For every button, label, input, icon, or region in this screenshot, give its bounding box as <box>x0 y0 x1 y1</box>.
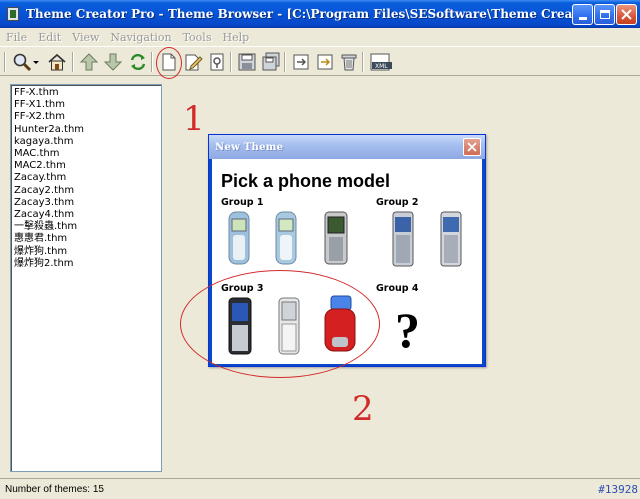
theme-file-item[interactable]: 爆炸狗2.thm <box>14 258 158 270</box>
group-1-label: Group 1 <box>221 197 264 208</box>
delete-button[interactable] <box>338 51 360 73</box>
theme-list[interactable]: FF-X.thm FF-X1.thm FF-X2.thm Hunter2a.thm ka… <box>10 84 162 472</box>
annotation-number-2: 2 <box>352 389 374 429</box>
menu-bar: File Edit View Navigation Tools Help <box>0 28 640 46</box>
close-icon <box>467 142 477 152</box>
app-window: Theme Creator Pro - Theme Browser - [C:\… <box>0 0 640 499</box>
theme-file-item[interactable]: MAC2.thm <box>14 160 158 172</box>
import-button[interactable] <box>290 51 312 73</box>
toolbar-separator <box>362 52 364 72</box>
theme-file-item[interactable]: Zacay2.thm <box>14 185 158 197</box>
search-button[interactable] <box>11 51 33 73</box>
toolbar-separator <box>284 52 286 72</box>
minimize-button[interactable] <box>572 4 593 25</box>
minimize-icon <box>578 17 587 20</box>
close-button[interactable] <box>616 4 637 25</box>
annotation-circle-new-button <box>156 47 182 79</box>
search-dropdown-button[interactable] <box>31 51 41 73</box>
close-icon <box>621 9 632 20</box>
toolbar-separator <box>230 52 232 72</box>
app-icon <box>5 6 21 22</box>
xml-icon: XML <box>370 53 392 71</box>
refresh-button[interactable] <box>127 51 149 73</box>
menu-navigation[interactable]: Navigation <box>110 31 171 44</box>
menu-tools[interactable]: Tools <box>183 31 212 44</box>
svg-text:XML: XML <box>375 63 388 70</box>
save-all-icon <box>262 52 280 71</box>
theme-count: Number of themes: 15 <box>5 483 104 495</box>
maximize-icon <box>599 10 610 19</box>
theme-file-item[interactable]: 一擊殺蟲.thm <box>14 221 158 233</box>
toolbar-separator <box>4 52 6 72</box>
theme-file-item[interactable]: FF-X.thm <box>14 87 158 99</box>
theme-file-item[interactable]: FF-X2.thm <box>14 111 158 123</box>
properties-button[interactable] <box>206 51 228 73</box>
toolbar: XML <box>0 46 640 76</box>
home-button[interactable] <box>46 51 68 73</box>
annotation-ellipse-group-3 <box>180 270 380 378</box>
group-2-label: Group 2 <box>376 197 419 208</box>
theme-file-item[interactable]: 惠惠君.thm <box>14 233 158 245</box>
menu-help[interactable]: Help <box>222 31 249 44</box>
theme-file-item[interactable]: kagaya.thm <box>14 136 158 148</box>
dialog-title-bar[interactable]: New Theme <box>209 135 485 159</box>
dropdown-arrow-icon <box>33 61 39 64</box>
image-watermark: #13928 <box>598 483 638 496</box>
menu-file[interactable]: File <box>6 31 27 44</box>
edit-theme-button[interactable] <box>182 51 204 73</box>
theme-file-item[interactable]: FF-X1.thm <box>14 99 158 111</box>
maximize-button[interactable] <box>594 4 615 25</box>
save-all-button[interactable] <box>260 51 282 73</box>
group-4-unknown-model[interactable]: ? <box>395 301 420 359</box>
phone-model-group1-a[interactable] <box>228 211 250 270</box>
move-up-button[interactable] <box>78 51 100 73</box>
phone-model-group1-c[interactable] <box>324 211 348 270</box>
move-down-button[interactable] <box>102 51 124 73</box>
theme-file-item[interactable]: Zacay4.thm <box>14 209 158 221</box>
xml-button[interactable]: XML <box>368 51 394 73</box>
theme-file-item[interactable]: 爆炸狗.thm <box>14 246 158 258</box>
toolbar-separator <box>72 52 74 72</box>
phone-model-group1-b[interactable] <box>275 211 297 270</box>
phone-model-group2-b[interactable] <box>440 211 462 272</box>
home-icon <box>48 53 66 71</box>
down-arrow-icon <box>103 53 123 71</box>
window-title: Theme Creator Pro - Theme Browser - [C:\… <box>26 7 581 21</box>
status-bar: Number of themes: 15 <box>0 478 640 499</box>
annotation-number-1: 1 <box>183 99 205 139</box>
theme-file-item[interactable]: Zacay3.thm <box>14 197 158 209</box>
toolbar-separator <box>151 52 153 72</box>
title-bar[interactable]: Theme Creator Pro - Theme Browser - [C:\… <box>0 0 640 28</box>
theme-file-item[interactable]: Zacay.thm <box>14 172 158 184</box>
menu-view[interactable]: View <box>72 31 99 44</box>
properties-icon <box>210 53 224 71</box>
theme-file-item[interactable]: MAC.thm <box>14 148 158 160</box>
up-arrow-icon <box>79 53 99 71</box>
refresh-icon <box>130 53 146 71</box>
export-icon <box>317 54 333 70</box>
import-icon <box>293 54 309 70</box>
phone-model-group2-a[interactable] <box>392 211 414 272</box>
save-icon <box>238 53 256 71</box>
dialog-heading: Pick a phone model <box>221 171 391 191</box>
save-button[interactable] <box>236 51 258 73</box>
trash-icon <box>341 54 357 71</box>
magnifier-icon <box>13 53 32 72</box>
group-4-label: Group 4 <box>376 283 419 294</box>
export-button[interactable] <box>314 51 336 73</box>
theme-file-item[interactable]: Hunter2a.thm <box>14 124 158 136</box>
dialog-close-button[interactable] <box>463 138 481 156</box>
dialog-title: New Theme <box>215 141 284 153</box>
menu-edit[interactable]: Edit <box>38 31 61 44</box>
edit-document-icon <box>185 54 203 71</box>
